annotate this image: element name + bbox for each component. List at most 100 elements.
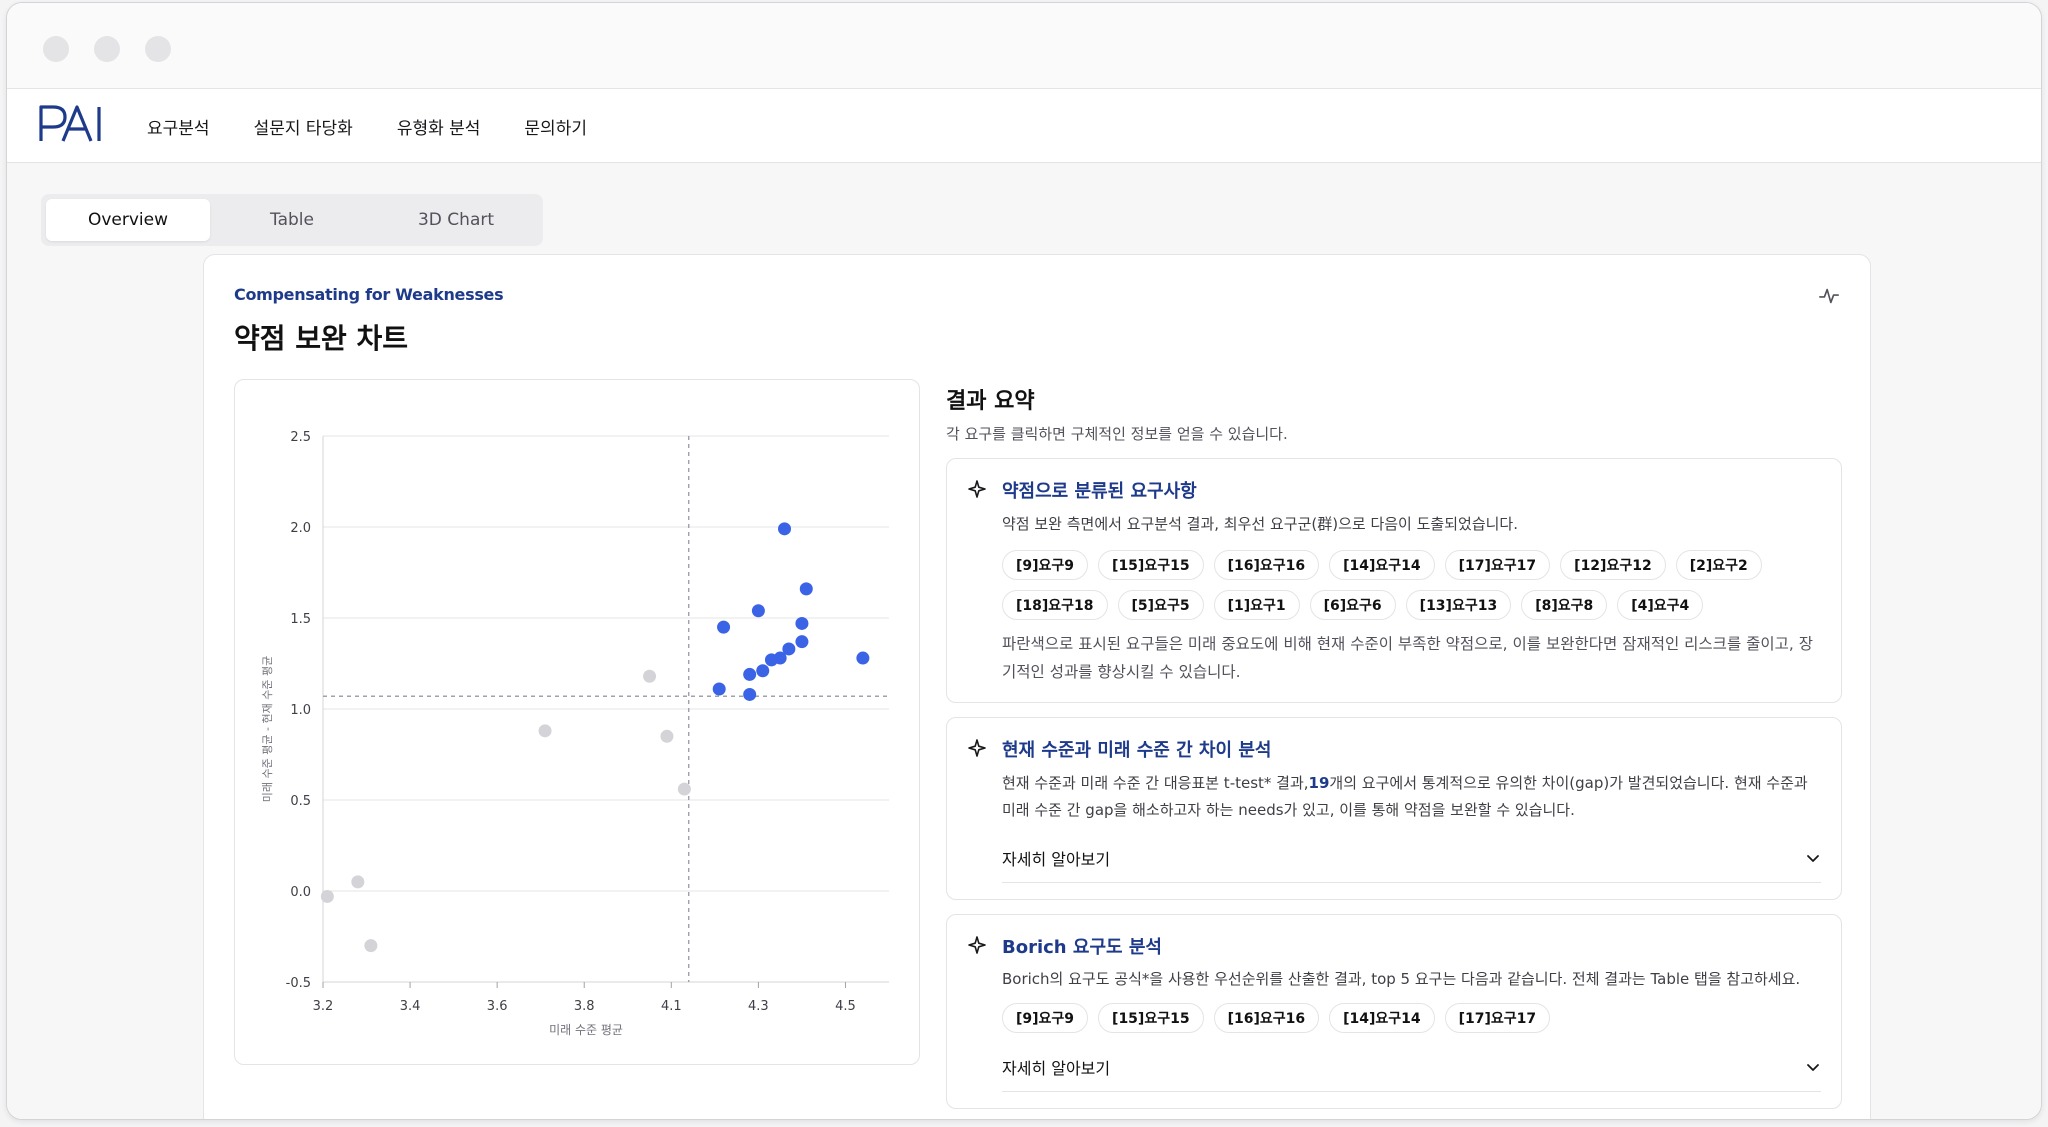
- weakness-point: [795, 616, 809, 630]
- y-tick-label: 2.0: [290, 521, 311, 536]
- activity-icon[interactable]: [1818, 285, 1840, 307]
- learn-more-label: 자세히 알아보기: [1002, 1059, 1111, 1078]
- top5-chip-list: [9]요구9 [15]요구15 [16]요구16 [14]요구14 [17]요구17: [1002, 1003, 1821, 1033]
- section-title: Borich 요구도 분석: [1002, 937, 1162, 958]
- other-point: [643, 669, 657, 683]
- weakness-section: 약점으로 분류된 요구사항 약점 보완 측면에서 요구분석 결과, 최우선 요구…: [946, 458, 1842, 703]
- other-point: [351, 875, 365, 889]
- other-point: [320, 889, 334, 903]
- y-tick-label: -0.5: [286, 976, 311, 991]
- requirement-chip[interactable]: [12]요구12: [1560, 550, 1666, 580]
- nav-item-contact[interactable]: 문의하기: [524, 114, 587, 139]
- requirement-chip[interactable]: [17]요구17: [1444, 550, 1551, 580]
- nav-item-survey-validation[interactable]: 설문지 타당화: [254, 114, 353, 139]
- card-title: 약점 보완 차트: [234, 322, 409, 355]
- tab-table[interactable]: Table: [210, 199, 374, 241]
- other-point: [364, 939, 378, 953]
- other-point: [660, 729, 674, 743]
- requirement-chip[interactable]: [18]요구18: [1002, 590, 1108, 620]
- x-tick-label: 3.4: [400, 999, 421, 1014]
- weakness-point: [795, 635, 809, 649]
- requirement-chip[interactable]: [16]요구16: [1213, 1003, 1320, 1033]
- weakness-point: [743, 687, 757, 701]
- section-description: Borich의 요구도 공식*을 사용한 우선순위를 산출한 결과, top 5…: [1002, 970, 1801, 988]
- requirement-chip[interactable]: [4]요구4: [1617, 590, 1704, 620]
- nav-menu: 요구분석 설문지 타당화 유형화 분석 문의하기: [147, 89, 587, 163]
- y-tick-label: 0.0: [290, 885, 311, 900]
- borich-section: Borich 요구도 분석 Borich의 요구도 공식*을 사용한 우선순위를…: [946, 914, 1842, 1109]
- weakness-point: [712, 682, 726, 696]
- weakness-point: [799, 582, 813, 596]
- card-eyebrow: Compensating for Weaknesses: [234, 285, 504, 304]
- other-point: [538, 724, 552, 738]
- section-description: 약점 보완 측면에서 요구분석 결과, 최우선 요구군(群)으로 다음이 도출되…: [1002, 515, 1518, 533]
- x-tick-label: 3.6: [487, 999, 508, 1014]
- description-text: 현재 수준과 미래 수준 간 대응표본 t-test* 결과,: [1002, 774, 1309, 792]
- top-navbar: 요구분석 설문지 타당화 유형화 분석 문의하기: [7, 89, 2041, 163]
- scatter-chart: 2.5 2.0 1.5 1.0 0.5 0.0 -0.5 3.2 3.4 3.6 3.8 4.1 4.3…: [234, 379, 920, 1065]
- weakness-point: [751, 604, 765, 618]
- x-axis-label: 미래 수준 평균: [549, 1023, 623, 1037]
- chevron-down-icon: [1807, 855, 1819, 862]
- weakness-point: [856, 651, 870, 665]
- learn-more-label: 자세히 알아보기: [1002, 850, 1111, 869]
- y-tick-label: 2.5: [290, 430, 311, 445]
- requirement-chip[interactable]: [15]요구15: [1098, 550, 1204, 580]
- weakness-point: [717, 620, 731, 634]
- significant-count: 19: [1308, 774, 1330, 792]
- pai-logo[interactable]: [37, 101, 107, 147]
- requirement-chip[interactable]: [14]요구14: [1329, 550, 1435, 580]
- y-tick-label: 0.5: [290, 794, 311, 809]
- window-close-button[interactable]: [43, 36, 69, 62]
- chevron-down-icon: [1807, 1064, 1819, 1071]
- learn-more-toggle[interactable]: 자세히 알아보기: [1002, 838, 1821, 883]
- requirement-chip[interactable]: [5]요구5: [1117, 590, 1204, 620]
- summary-title: 결과 요약: [946, 389, 1035, 414]
- section-description: 현재 수준과 미래 수준 간 대응표본 t-test* 결과,19개의 요구에서…: [1002, 770, 1821, 824]
- section-title: 현재 수준과 미래 수준 간 차이 분석: [1002, 740, 1272, 761]
- x-tick-label: 4.5: [835, 999, 856, 1014]
- weakness-point: [756, 664, 770, 678]
- learn-more-toggle[interactable]: 자세히 알아보기: [1002, 1047, 1821, 1092]
- x-tick-label: 3.2: [313, 999, 334, 1014]
- summary-panel: 결과 요약 각 요구를 클릭하면 구체적인 정보를 얻을 수 있습니다. 약점으…: [946, 379, 1842, 1109]
- x-tick-label: 3.8: [574, 999, 595, 1014]
- requirement-chip[interactable]: [15]요구15: [1098, 1003, 1204, 1033]
- requirement-chip[interactable]: [16]요구16: [1213, 550, 1320, 580]
- gap-analysis-section: 현재 수준과 미래 수준 간 차이 분석 현재 수준과 미래 수준 간 대응표본…: [946, 717, 1842, 900]
- requirement-chip[interactable]: [1]요구1: [1213, 590, 1300, 620]
- requirement-chip-list: [9]요구9 [15]요구15 [16]요구16 [14]요구14 [17]요구17 [1…: [1002, 550, 1821, 620]
- weakness-point: [764, 653, 778, 667]
- x-tick-label: 4.3: [748, 999, 769, 1014]
- section-note: 파란색으로 표시된 요구들은 미래 중요도에 비해 현재 수준이 부족한 약점으…: [1002, 635, 1814, 681]
- nav-item-typology-analysis[interactable]: 유형화 분석: [397, 114, 481, 139]
- window-minimize-button[interactable]: [94, 36, 120, 62]
- scatter-chart-svg: 2.5 2.0 1.5 1.0 0.5 0.0 -0.53.2 3.4 3.6 3.8 4.1 4.3…: [261, 430, 889, 1037]
- requirement-chip[interactable]: [9]요구9: [1002, 550, 1089, 580]
- nav-item-needs-analysis[interactable]: 요구분석: [147, 114, 210, 139]
- view-tabs: Overview Table 3D Chart: [41, 194, 543, 246]
- tab-3d-chart[interactable]: 3D Chart: [374, 199, 538, 241]
- weakness-point: [778, 522, 792, 536]
- requirement-chip[interactable]: [9]요구9: [1002, 1003, 1089, 1033]
- sparkle-icon: [968, 739, 986, 757]
- other-point: [677, 782, 691, 796]
- requirement-chip[interactable]: [8]요구8: [1521, 590, 1608, 620]
- window-maximize-button[interactable]: [145, 36, 171, 62]
- requirement-chip[interactable]: [13]요구13: [1405, 590, 1512, 620]
- y-tick-label: 1.5: [290, 612, 311, 627]
- requirement-chip[interactable]: [6]요구6: [1309, 590, 1396, 620]
- requirement-chip[interactable]: [2]요구2: [1675, 550, 1762, 580]
- weakness-point: [743, 667, 757, 681]
- requirement-chip[interactable]: [14]요구14: [1329, 1003, 1435, 1033]
- tab-overview[interactable]: Overview: [46, 199, 210, 241]
- sparkle-icon: [968, 480, 986, 498]
- requirement-chip[interactable]: [17]요구17: [1444, 1003, 1551, 1033]
- y-axis-label: 미래 수준 평균 - 현재 수준 평균: [261, 656, 274, 802]
- title-bar: [7, 3, 2041, 89]
- sparkle-icon: [968, 936, 986, 954]
- main-content: Overview Table 3D Chart Compensating for…: [7, 163, 2041, 1119]
- weakness-card: Compensating for Weaknesses 약점 보완 차트 2.5…: [203, 254, 1871, 1119]
- summary-subtitle: 각 요구를 클릭하면 구체적인 정보를 얻을 수 있습니다.: [946, 425, 1288, 443]
- y-tick-label: 1.0: [290, 703, 311, 718]
